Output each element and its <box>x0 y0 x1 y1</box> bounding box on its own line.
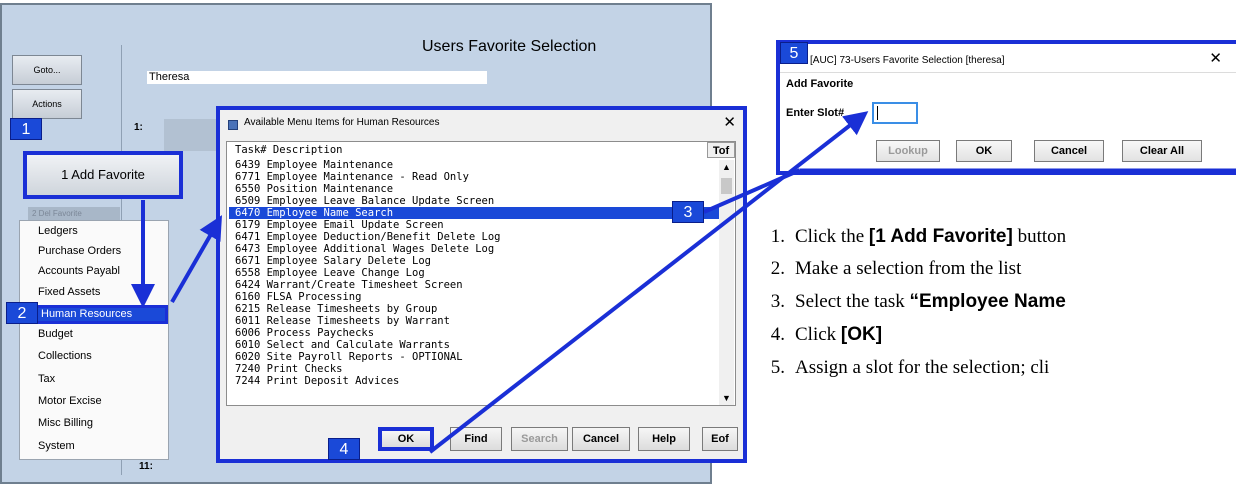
step-badge-5: 5 <box>780 42 808 64</box>
step-bold-text: “Employee Name <box>909 291 1066 312</box>
step-text: Click the <box>795 226 869 247</box>
instruction-step-3: 3. Select the task “Employee Name <box>765 291 1236 313</box>
instruction-step-1: 1. Click the [1 Add Favorite] button <box>765 226 1236 248</box>
arrow-selection-to-slot <box>703 168 801 214</box>
step-text: Make a selection from the list <box>795 258 1022 279</box>
step-number: 5. <box>770 357 785 378</box>
step-bold-text: [1 Add Favorite] <box>868 226 1013 247</box>
step-badge-3: 3 <box>672 201 704 223</box>
step-text: Select the task <box>795 291 910 312</box>
arrow-menu-to-dialog <box>170 215 222 303</box>
step-badge-1: 1 <box>10 118 42 140</box>
step-number: 4. <box>770 324 785 345</box>
step-number: 3. <box>770 291 785 312</box>
step-text: Assign a slot for the selection; cli <box>795 357 1050 378</box>
instruction-step-4: 4. Click [OK] <box>765 324 1236 346</box>
step-text-end: button <box>1012 226 1067 247</box>
step-number: 2. <box>770 258 785 279</box>
instructions-list: 1. Click the [1 Add Favorite] button 2. Ma… <box>765 223 1236 398</box>
instruction-step-2: 2. Make a selection from the list <box>765 258 1236 280</box>
step-badge-4: 4 <box>328 438 360 460</box>
step-text: Click <box>795 324 841 345</box>
step-badge-2: 2 <box>6 302 38 324</box>
instruction-step-5: 5. Assign a slot for the selection; cli <box>765 357 1236 379</box>
step-number: 1. <box>770 226 785 247</box>
step-bold-text: [OK] <box>840 324 883 345</box>
